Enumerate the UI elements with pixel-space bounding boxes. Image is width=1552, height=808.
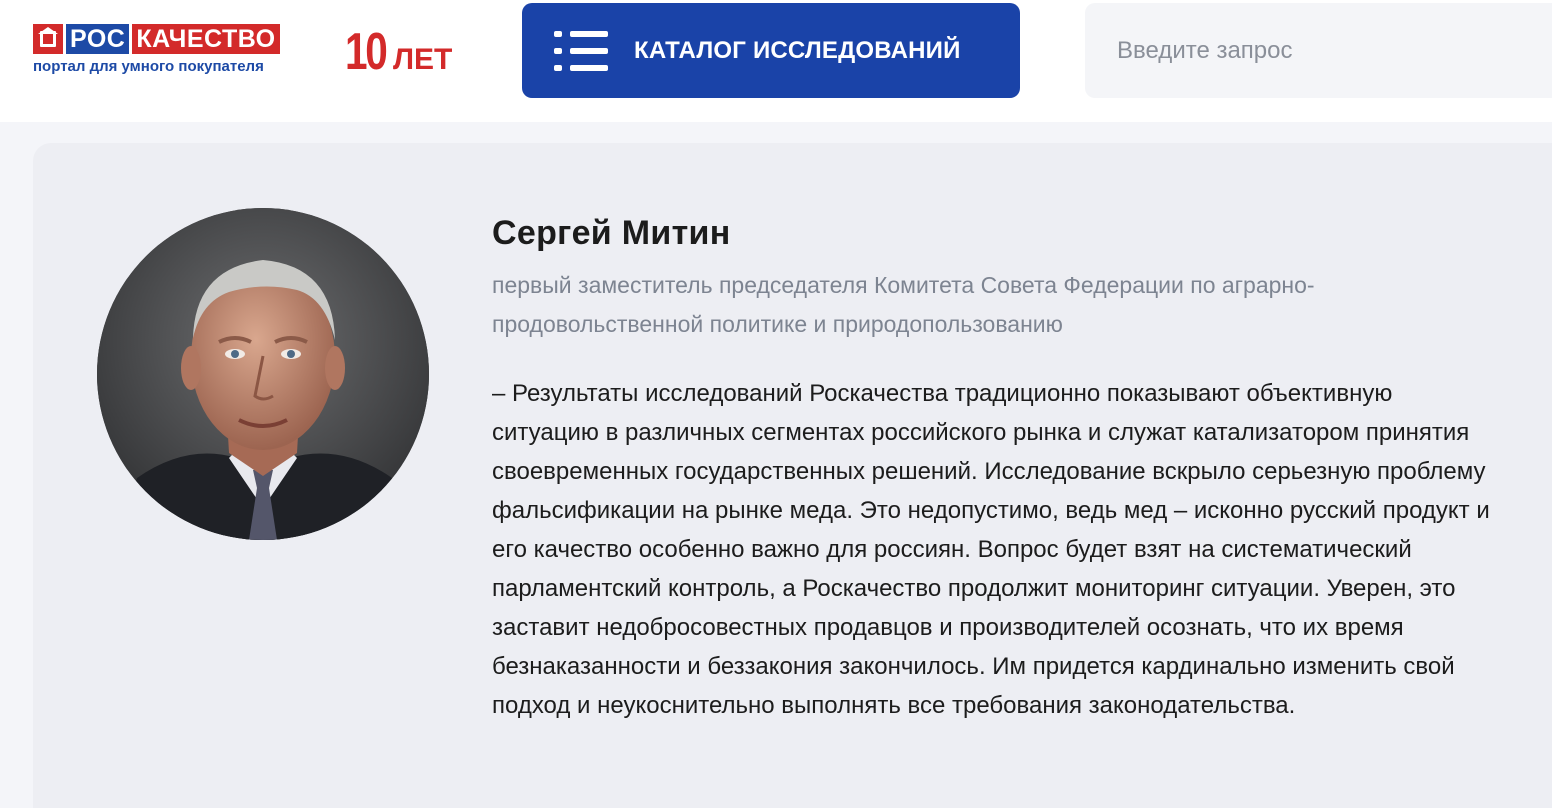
person-position: первый заместитель председателя Комитета…: [492, 272, 1315, 337]
logo-subtitle: портал для умного покупателя: [33, 58, 264, 75]
logo-wordmark: РОС КАЧЕСТВО: [33, 24, 280, 54]
roskachestvo-logo[interactable]: РОС КАЧЕСТВО портал для умного покупател…: [33, 20, 463, 82]
menu-list-icon: [554, 31, 608, 71]
site-header: РОС КАЧЕСТВО портал для умного покупател…: [0, 0, 1552, 122]
search-input[interactable]: [1085, 3, 1552, 98]
avatar: [97, 208, 429, 540]
logo-kachestvo-text: КАЧЕСТВО: [132, 24, 280, 54]
anniversary-badge: 10 ЛЕТ: [345, 22, 452, 82]
person-name: Сергей Митин: [492, 214, 731, 252]
anniversary-word: ЛЕТ: [393, 43, 453, 76]
logo-ros-text: РОС: [66, 24, 130, 54]
catalog-button[interactable]: КАТАЛОГ ИССЛЕДОВАНИЙ: [522, 3, 1020, 98]
anniversary-number: 10: [345, 23, 388, 81]
portrait-image: [97, 208, 429, 540]
quote-text: – Результаты исследований Роскачества тр…: [492, 380, 1490, 719]
house-icon: [33, 24, 63, 54]
catalog-button-label: КАТАЛОГ ИССЛЕДОВАНИЙ: [634, 37, 961, 64]
